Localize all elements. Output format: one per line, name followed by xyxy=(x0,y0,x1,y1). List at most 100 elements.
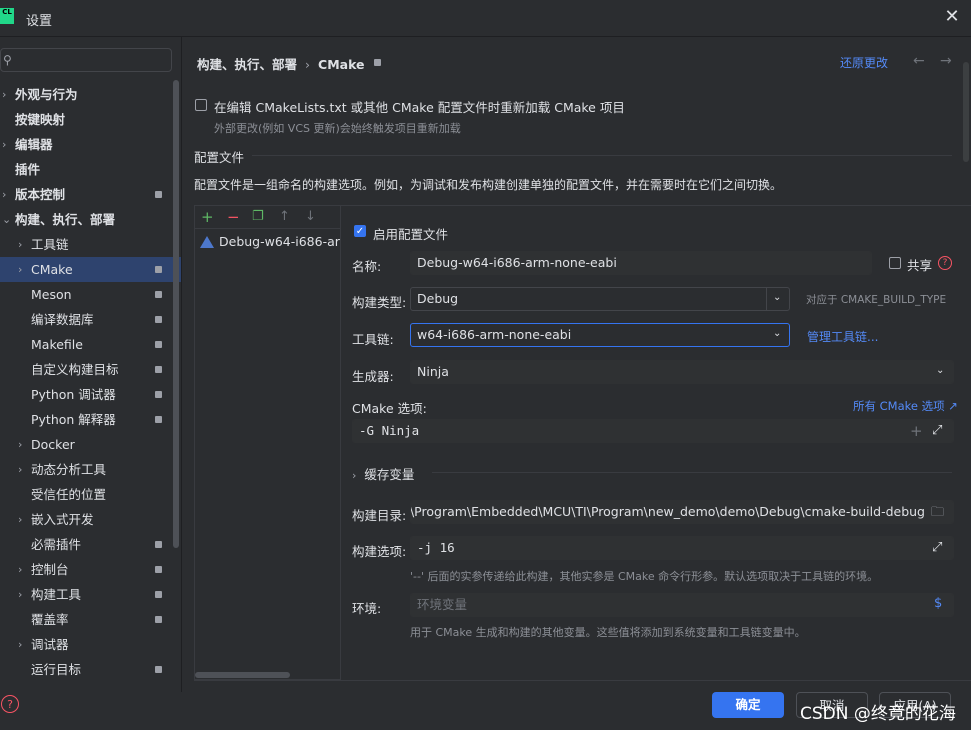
help-icon[interactable]: ? xyxy=(1,695,19,713)
profile-list-panel xyxy=(194,205,340,680)
sidebar-item[interactable]: › CMake xyxy=(0,257,181,282)
build-options-hint: '--' 后面的实参传递给此构建，其他实参是 CMake 命令行形参。默认选项取… xyxy=(410,570,879,583)
chevron-right-icon[interactable]: › xyxy=(18,257,22,282)
profiles-heading: 配置文件 xyxy=(194,150,245,165)
sidebar-item-label: Python 调试器 xyxy=(31,387,116,402)
dropdown-divider xyxy=(766,288,767,310)
remove-icon[interactable]: − xyxy=(227,208,240,226)
sidebar-item[interactable]: › 调试器 xyxy=(0,632,181,657)
sidebar-item[interactable]: › 构建工具 xyxy=(0,582,181,607)
main-scrollbar[interactable] xyxy=(963,62,969,162)
sidebar-item-label: 运行目标 xyxy=(31,662,82,677)
build-dir-field[interactable]: E:\Program\Embedded\MCU\TI\Program\new_d… xyxy=(410,500,954,524)
help-circle-icon[interactable]: ? xyxy=(938,256,952,270)
sidebar-item[interactable]: › 编辑器 xyxy=(0,132,181,157)
add-icon[interactable]: + xyxy=(201,208,214,226)
sidebar-item[interactable]: 编译数据库 xyxy=(0,307,181,332)
build-dir-value: E:\Program\Embedded\MCU\TI\Program\new_d… xyxy=(410,504,925,519)
cache-variables-toggle[interactable]: › 缓存变量 xyxy=(352,464,414,483)
settings-search-input[interactable]: ⚲ xyxy=(0,48,172,72)
copy-icon[interactable]: ❐ xyxy=(252,208,264,226)
manage-toolchains-link[interactable]: 管理工具链... xyxy=(807,328,878,345)
arrow-right-icon[interactable]: → xyxy=(940,53,952,69)
chevron-right-icon[interactable]: › xyxy=(18,457,22,482)
lock-icon xyxy=(155,191,162,198)
sidebar-item-label: Python 解释器 xyxy=(31,412,116,427)
sidebar-item[interactable]: › 动态分析工具 xyxy=(0,457,181,482)
sidebar-item[interactable]: Meson xyxy=(0,282,181,307)
sidebar-item-label: 版本控制 xyxy=(15,187,66,202)
profile-name-field[interactable]: Debug-w64-i686-arm-none-eabi xyxy=(410,251,872,275)
sidebar-item[interactable]: Makefile xyxy=(0,332,181,357)
chevron-right-icon[interactable]: › xyxy=(2,182,6,207)
sidebar-item[interactable]: 按键映射 xyxy=(0,107,181,132)
lock-icon xyxy=(155,616,162,623)
chevron-right-icon[interactable]: › xyxy=(18,507,22,532)
profile-list-scrollbar[interactable] xyxy=(195,672,290,678)
chevron-down-icon[interactable]: ⌄ xyxy=(936,365,944,376)
sidebar-item-label: 覆盖率 xyxy=(31,612,69,627)
sidebar-scrollbar[interactable] xyxy=(173,80,179,548)
sidebar-item[interactable]: 运行目标 xyxy=(0,657,181,682)
chevron-right-icon[interactable]: › xyxy=(18,432,22,457)
watermark: CSDN @终竟的花海 xyxy=(800,704,956,724)
share-checkbox[interactable] xyxy=(889,257,901,269)
sidebar-item[interactable]: › 控制台 xyxy=(0,557,181,582)
chevron-down-icon[interactable]: ⌄ xyxy=(2,207,11,232)
chevron-right-icon[interactable]: › xyxy=(2,82,6,107)
sidebar-item[interactable]: Python 解释器 xyxy=(0,407,181,432)
all-cmake-options-link[interactable]: 所有 CMake 选项 ↗ xyxy=(853,398,958,414)
chevron-down-icon[interactable]: ⌄ xyxy=(773,292,781,303)
chevron-down-icon[interactable]: ⌄ xyxy=(773,328,781,339)
chevron-right-icon: › xyxy=(352,469,357,482)
panel-bottom-border xyxy=(194,680,971,681)
lock-icon xyxy=(155,291,162,298)
sidebar-item-label: 插件 xyxy=(15,162,41,177)
sidebar-item[interactable]: › Docker xyxy=(0,432,181,457)
chevron-right-icon[interactable]: › xyxy=(18,232,22,257)
sidebar-item[interactable]: 覆盖率 xyxy=(0,607,181,632)
arrow-left-icon[interactable]: ← xyxy=(913,53,925,69)
enable-profile-checkbox[interactable]: ✓ xyxy=(354,225,366,237)
dollar-icon[interactable]: $ xyxy=(934,596,942,611)
move-down-icon[interactable]: ↓ xyxy=(305,208,316,226)
sidebar-item[interactable]: › 版本控制 xyxy=(0,182,181,207)
generator-label: 生成器: xyxy=(352,369,394,384)
sidebar-item[interactable]: 必需插件 xyxy=(0,532,181,557)
profile-list-item[interactable]: Debug-w64-i686-arm-none-eabi xyxy=(198,232,340,252)
move-up-icon[interactable]: ↑ xyxy=(279,208,290,226)
environment-field[interactable]: 环境变量 xyxy=(410,593,954,617)
generator-select[interactable]: Ninja xyxy=(410,360,954,384)
close-icon[interactable]: ✕ xyxy=(942,6,962,28)
reload-cmake-checkbox[interactable] xyxy=(195,99,207,111)
chevron-right-icon[interactable]: › xyxy=(18,632,22,657)
revert-changes-link[interactable]: 还原更改 xyxy=(840,54,888,71)
chevron-right-icon[interactable]: › xyxy=(18,582,22,607)
cmake-options-field[interactable]: -G Ninja xyxy=(352,419,954,443)
breadcrumb-parent[interactable]: 构建、执行、部署 xyxy=(197,57,297,72)
add-icon[interactable]: + xyxy=(910,422,923,440)
build-options-field[interactable]: -j 16 xyxy=(410,536,954,560)
sidebar-item[interactable]: 自定义构建目标 xyxy=(0,357,181,382)
sidebar-item[interactable]: › 外观与行为 xyxy=(0,82,181,107)
ok-button[interactable]: 确定 xyxy=(712,692,784,718)
breadcrumb-current: CMake xyxy=(318,57,365,72)
expand-icon[interactable]: ⤢ xyxy=(932,423,942,438)
expand-icon[interactable]: ⤢ xyxy=(932,540,942,555)
sidebar-item[interactable]: ⌄ 构建、执行、部署 xyxy=(0,207,181,232)
chevron-right-icon[interactable]: › xyxy=(2,132,6,157)
sidebar-item[interactable]: 插件 xyxy=(0,157,181,182)
sidebar-item[interactable]: › 嵌入式开发 xyxy=(0,507,181,532)
sidebar-item[interactable]: Python 调试器 xyxy=(0,382,181,407)
profile-list-toolbar xyxy=(194,205,340,229)
folder-icon[interactable]: 🗀 xyxy=(931,503,944,525)
panel-top-border xyxy=(340,205,971,206)
chevron-right-icon[interactable]: › xyxy=(18,557,22,582)
sidebar-item[interactable]: 受信任的位置 xyxy=(0,482,181,507)
sidebar-item[interactable]: › 工具链 xyxy=(0,232,181,257)
build-type-select[interactable]: Debug xyxy=(410,287,790,311)
section-divider xyxy=(432,472,952,473)
build-type-hint: 对应于 CMAKE_BUILD_TYPE xyxy=(806,294,947,306)
toolchain-select[interactable]: w64-i686-arm-none-eabi xyxy=(410,323,790,347)
reload-cmake-hint: 外部更改(例如 VCS 更新)会始终触发项目重新加载 xyxy=(214,122,461,135)
